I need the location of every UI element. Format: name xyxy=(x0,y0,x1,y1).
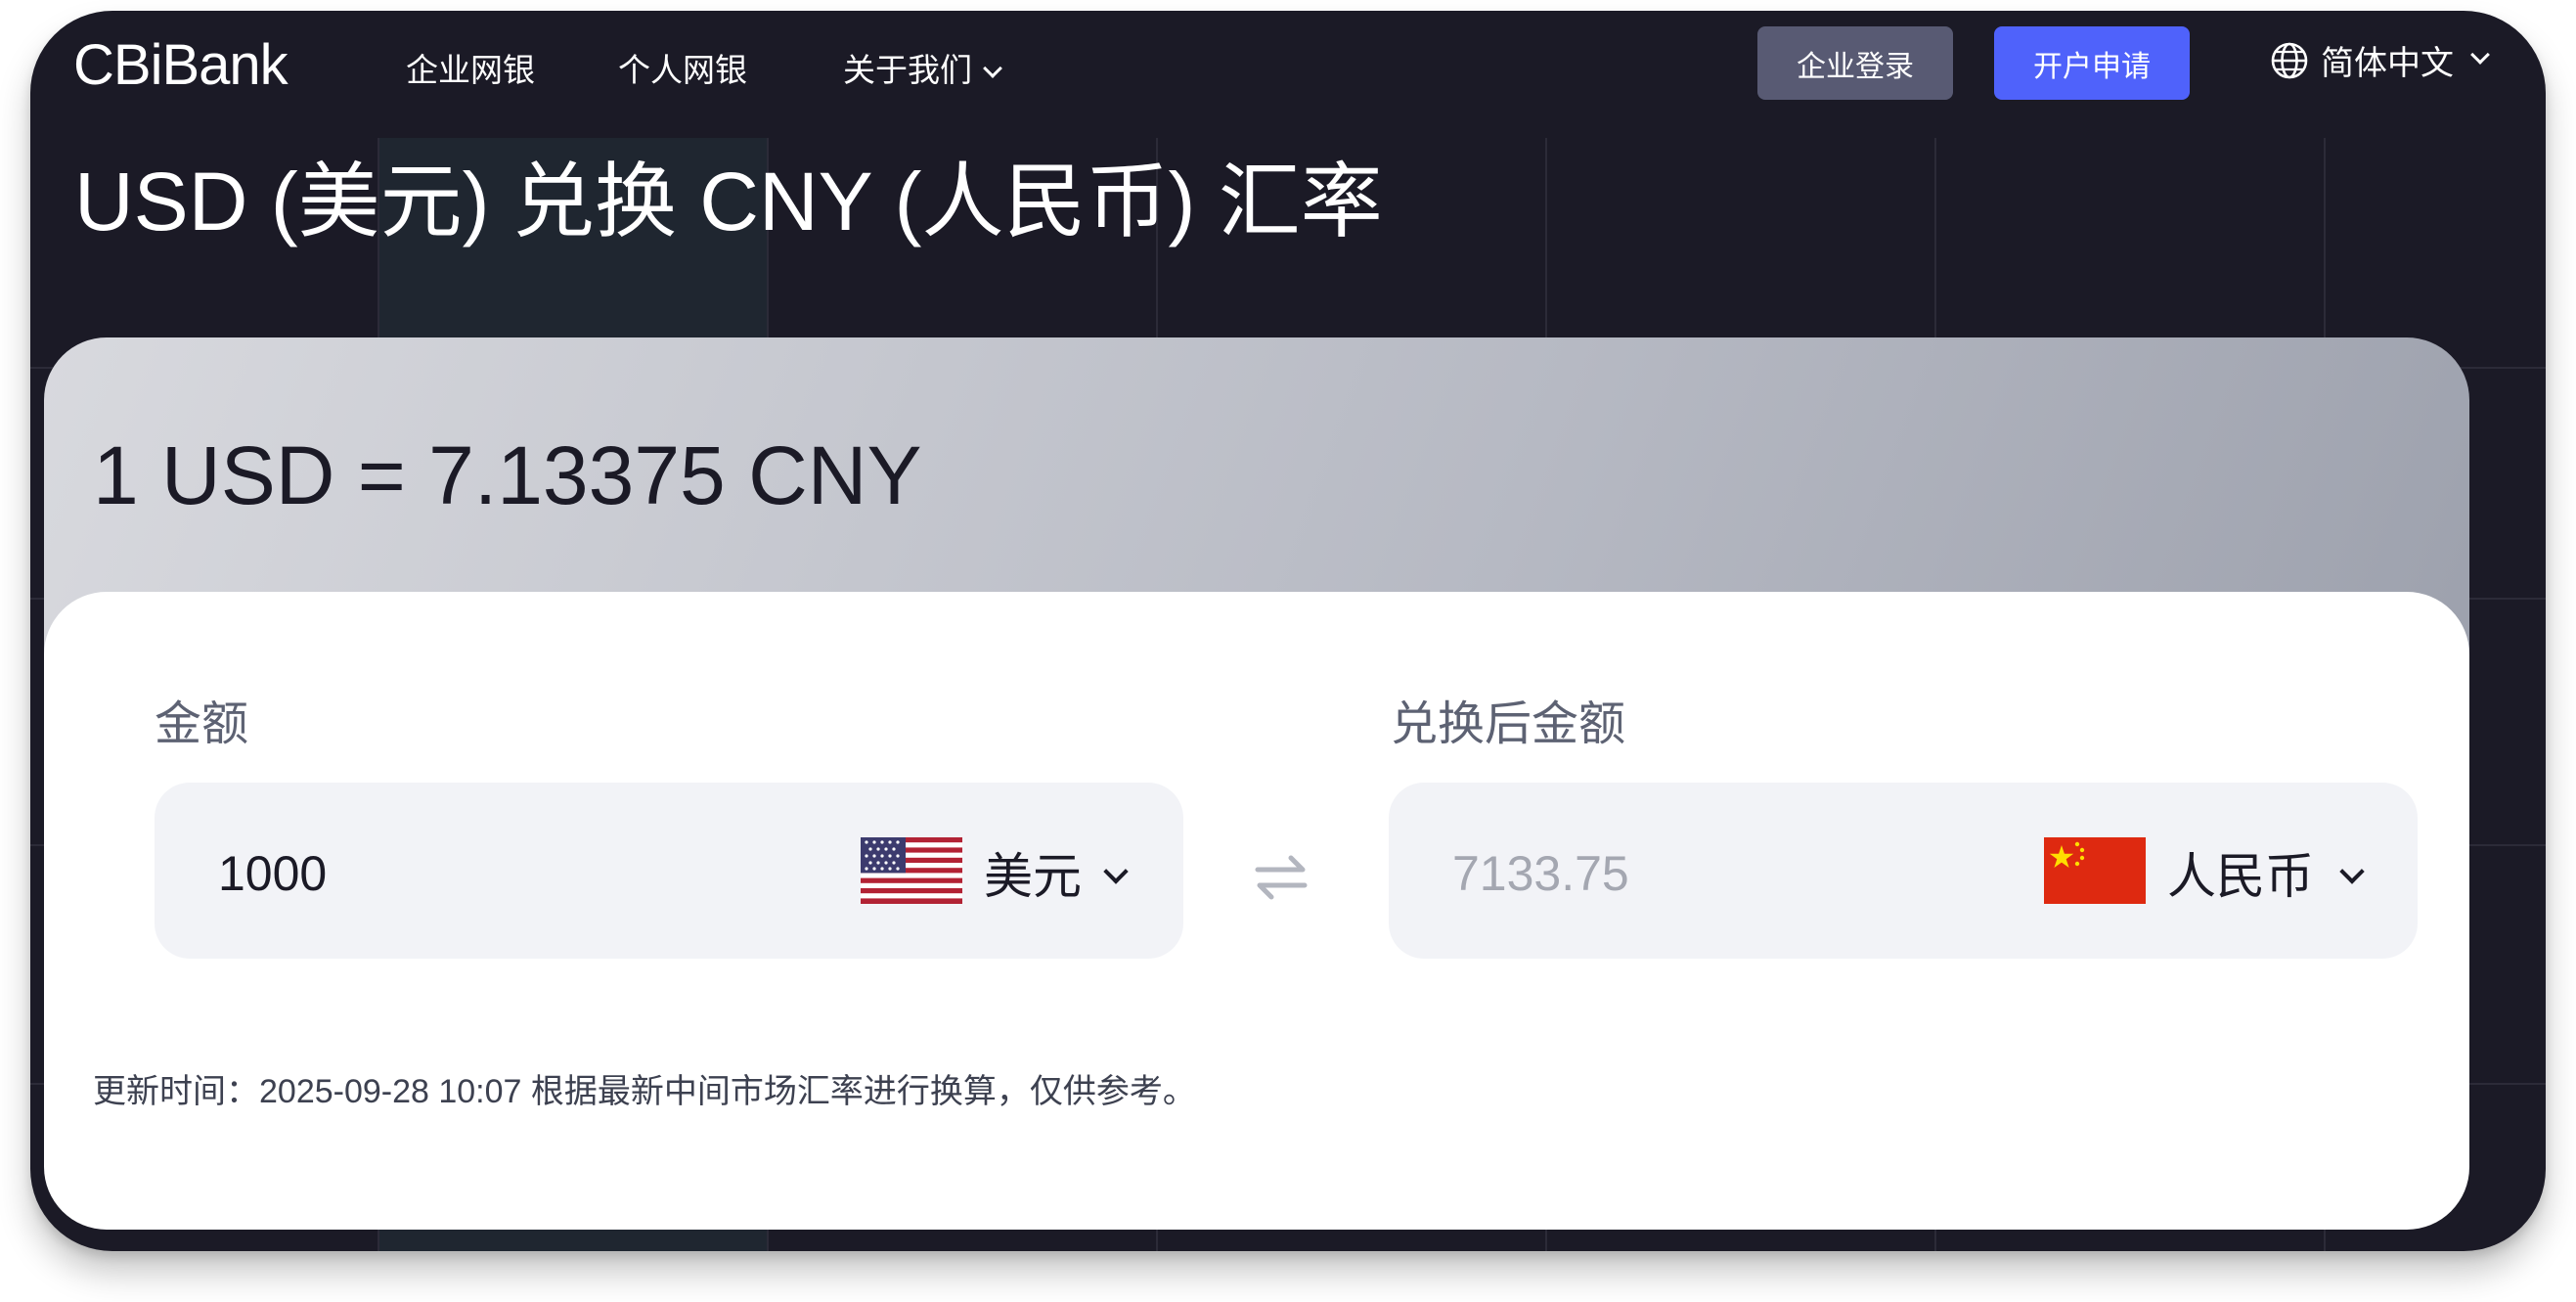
brand-logo[interactable]: CBiBank xyxy=(73,32,289,98)
exchange-rate-text: 1 USD = 7.13375 CNY xyxy=(93,429,922,521)
chevron-down-icon xyxy=(983,59,1002,78)
swap-arrows-icon[interactable] xyxy=(1252,853,1310,902)
page-title: USD (美元) 兑换 CNY (人民币) 汇率 xyxy=(74,156,1383,247)
converted-amount-container: 7133.75 人民币 xyxy=(1389,783,2418,959)
amount-input-container: 1000 美元 xyxy=(155,783,1183,959)
rate-update-note: 更新时间：2025-09-28 10:07 根据最新中间市场汇率进行换算，仅供参… xyxy=(93,1073,1196,1110)
converted-amount-label: 兑换后金额 xyxy=(1391,698,1626,750)
nav-item-personal-banking[interactable]: 个人网银 xyxy=(618,44,747,91)
chevron-down-icon xyxy=(2470,44,2490,65)
to-currency-label: 人民币 xyxy=(2167,849,2314,904)
language-selector[interactable]: 简体中文 xyxy=(2270,36,2490,84)
from-currency-label: 美元 xyxy=(984,849,1082,904)
amount-label: 金额 xyxy=(155,698,249,750)
china-flag-icon xyxy=(2044,837,2146,904)
chevron-down-icon xyxy=(2339,859,2365,884)
nav-item-about-us-label: 关于我们 xyxy=(843,52,972,88)
amount-input[interactable]: 1000 xyxy=(218,845,327,902)
converted-amount-field[interactable]: 7133.75 xyxy=(1452,845,1629,902)
top-navbar: CBiBank 企业网银 个人网银 关于我们 企业登录 开户申请 简体中文 xyxy=(30,11,2546,128)
open-account-button[interactable]: 开户申请 xyxy=(1994,26,2190,100)
globe-icon xyxy=(2271,42,2308,78)
nav-item-about-us[interactable]: 关于我们 xyxy=(843,44,1002,91)
us-flag-icon xyxy=(861,837,962,904)
language-label: 简体中文 xyxy=(2321,45,2454,82)
enterprise-login-button[interactable]: 企业登录 xyxy=(1757,26,1953,100)
chevron-down-icon xyxy=(1103,859,1129,884)
nav-item-enterprise-banking[interactable]: 企业网银 xyxy=(406,44,535,91)
